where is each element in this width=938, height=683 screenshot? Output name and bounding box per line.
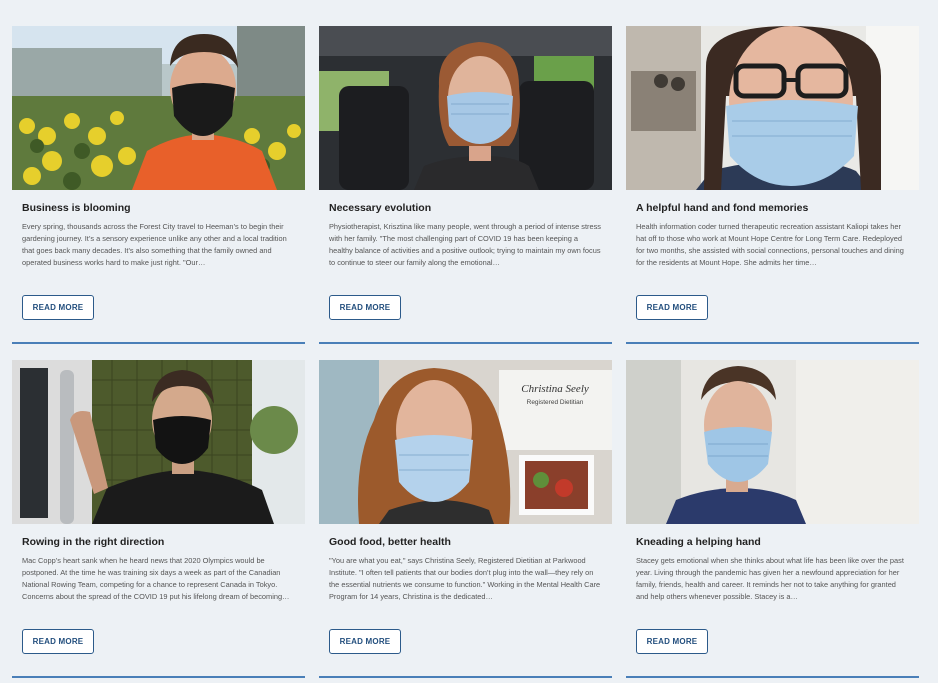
read-more-button[interactable]: READ MORE — [22, 629, 94, 654]
card-divider — [12, 342, 305, 344]
story-photo[interactable] — [319, 26, 612, 190]
card-divider — [626, 342, 919, 344]
story-card: Kneading a helping hand Stacey gets emot… — [626, 360, 919, 678]
story-card: Necessary evolution Physiotherapist, Kri… — [319, 26, 612, 344]
story-excerpt: "You are what you eat," says Christina S… — [329, 556, 601, 601]
story-card: Christina Seely Registered Dietitian Goo… — [319, 360, 612, 678]
card-divider — [319, 342, 612, 344]
story-excerpt: Mac Copp’s heart sank when he heard news… — [22, 556, 290, 601]
story-title[interactable]: Kneading a helping hand — [636, 536, 909, 548]
card-divider — [626, 676, 919, 678]
dietitian-role-sign: Registered Dietitian — [527, 399, 584, 406]
story-title[interactable]: A helpful hand and fond memories — [636, 202, 909, 214]
card-divider — [319, 676, 612, 678]
story-title[interactable]: Rowing in the right direction — [22, 536, 295, 548]
read-more-button[interactable]: READ MORE — [636, 295, 708, 320]
story-card-body: Rowing in the right direction Mac Copp’s… — [12, 524, 305, 617]
read-more-button[interactable]: READ MORE — [636, 629, 708, 654]
story-grid: Business is blooming Every spring, thous… — [12, 26, 919, 678]
story-photo[interactable] — [626, 360, 919, 524]
story-photo[interactable] — [12, 26, 305, 190]
story-card-body: Kneading a helping hand Stacey gets emot… — [626, 524, 919, 617]
dietitian-name-sign: Christina Seely — [521, 383, 589, 395]
story-title[interactable]: Good food, better health — [329, 536, 602, 548]
story-excerpt: Every spring, thousands across the Fores… — [22, 222, 287, 267]
card-divider — [12, 676, 305, 678]
story-card-body: Necessary evolution Physiotherapist, Kri… — [319, 190, 612, 283]
read-more-button[interactable]: READ MORE — [329, 295, 401, 320]
story-card-body: A helpful hand and fond memories Health … — [626, 190, 919, 283]
story-photo[interactable] — [12, 360, 305, 524]
story-card: Rowing in the right direction Mac Copp’s… — [12, 360, 305, 678]
story-excerpt: Health information coder turned therapeu… — [636, 222, 904, 267]
read-more-button[interactable]: READ MORE — [22, 295, 94, 320]
story-title[interactable]: Business is blooming — [22, 202, 295, 214]
story-photo[interactable]: Christina Seely Registered Dietitian — [319, 360, 612, 524]
story-photo[interactable] — [626, 26, 919, 190]
story-excerpt: Physiotherapist, Krisztina like many peo… — [329, 222, 601, 267]
story-card-body: Good food, better health "You are what y… — [319, 524, 612, 617]
story-card-body: Business is blooming Every spring, thous… — [12, 190, 305, 283]
read-more-button[interactable]: READ MORE — [329, 629, 401, 654]
story-excerpt: Stacey gets emotional when she thinks ab… — [636, 556, 904, 601]
story-title[interactable]: Necessary evolution — [329, 202, 602, 214]
story-card: A helpful hand and fond memories Health … — [626, 26, 919, 344]
story-card: Business is blooming Every spring, thous… — [12, 26, 305, 344]
